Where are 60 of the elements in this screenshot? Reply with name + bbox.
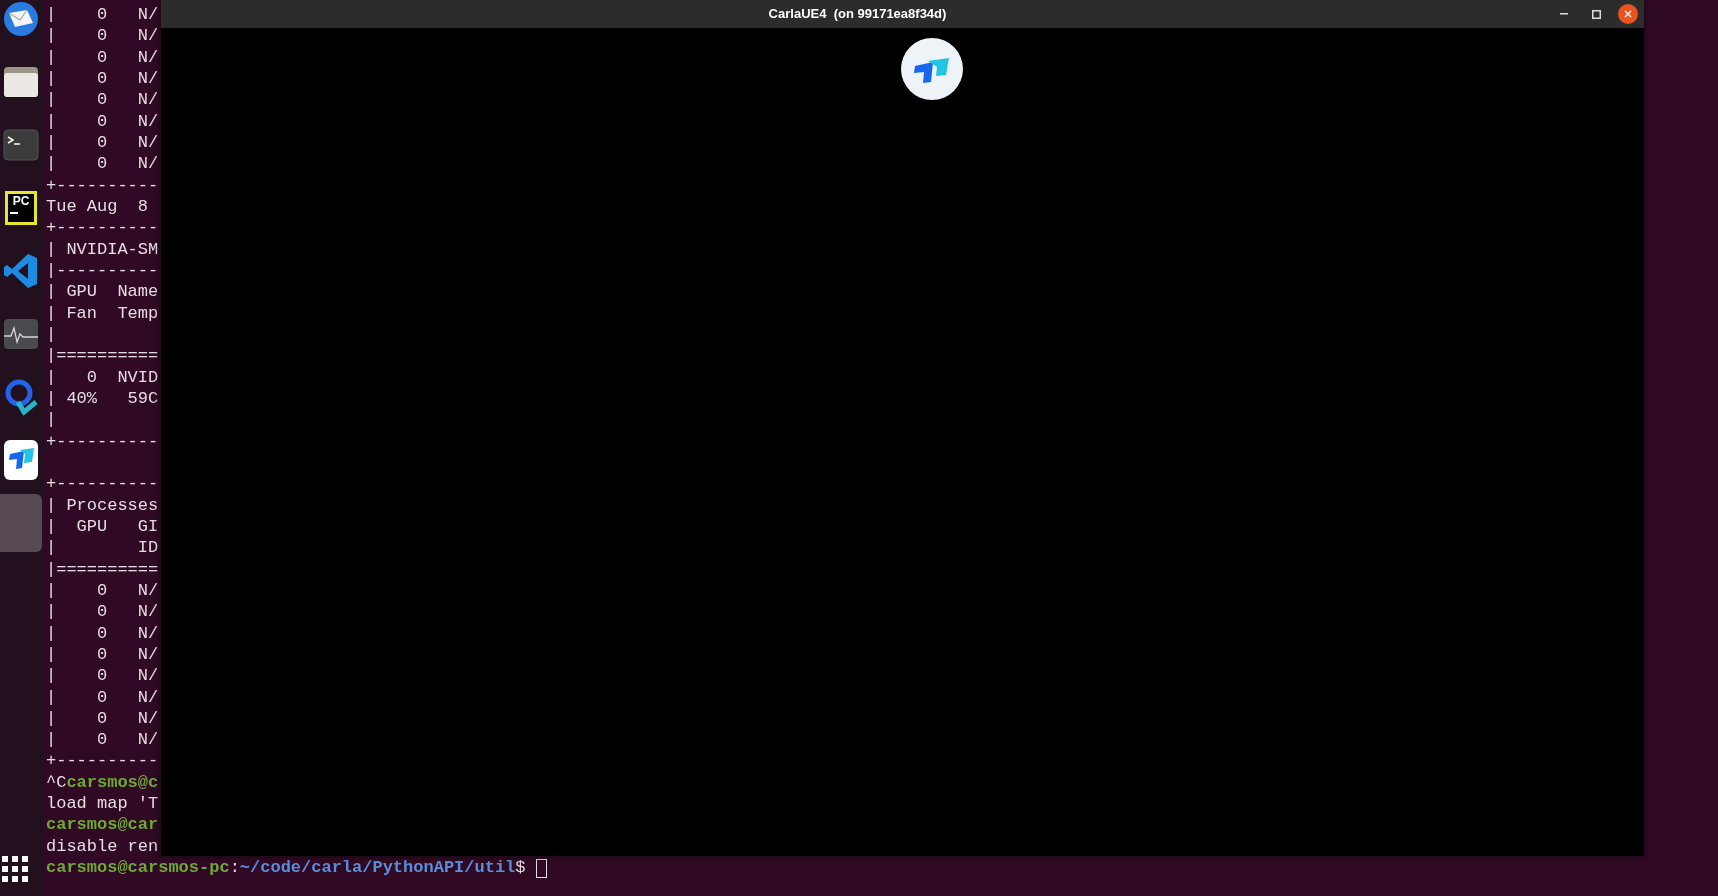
close-button[interactable] xyxy=(1618,4,1638,24)
dock-item[interactable]: PC xyxy=(0,179,42,237)
terminal-line: | 0 N/ xyxy=(46,665,159,687)
terminal-line: | 0 N/ xyxy=(46,131,159,154)
terminal-line: load map 'T xyxy=(46,793,159,815)
maximize-icon xyxy=(1591,9,1601,19)
terminal-line: |========== xyxy=(46,345,159,367)
window-title: CarlaUE4 (on 99171ea8f34d) xyxy=(767,5,948,24)
terminal-line: | xyxy=(46,409,57,431)
terminal-line: | xyxy=(46,323,57,346)
terminal-line: +---------- xyxy=(46,430,159,452)
terminal-line: | 0 N/ xyxy=(46,46,159,68)
terminal-line: | 0 N/ xyxy=(46,579,159,602)
pycharm-logo: PC xyxy=(5,191,37,225)
terminal-line: | ID xyxy=(46,537,159,559)
terminal-line: | 0 N/ xyxy=(46,729,159,751)
terminal-text: ^C xyxy=(46,771,67,794)
terminal-line: | 0 N/ xyxy=(46,25,159,47)
terminal-line: +---------- xyxy=(46,217,159,239)
terminal-text: $ xyxy=(515,857,526,879)
terminal-line: | GPU GI xyxy=(46,515,159,538)
terminal-line: |---------- xyxy=(46,259,159,282)
apps-grid-button[interactable] xyxy=(0,854,30,882)
terminal-icon xyxy=(3,129,39,161)
minimize-icon xyxy=(1560,13,1568,15)
terminal-line: | 40% 59C xyxy=(46,387,159,410)
terminal-line: | 0 N/ xyxy=(46,4,159,26)
terminal-line: Tue Aug 8 xyxy=(46,195,149,218)
terminal-line: | 0 N/ xyxy=(46,89,159,111)
terminal-line: | 0 NVID xyxy=(46,366,159,388)
terminal-text: : xyxy=(229,857,240,879)
remote-app-icon xyxy=(4,440,38,480)
folder-icon xyxy=(3,65,39,99)
loop-check-icon xyxy=(4,378,38,416)
prompt-user: carsmos@carsmos-pc xyxy=(46,857,230,879)
terminal-line: | 0 N/ xyxy=(46,601,159,623)
terminal-line: | NVIDIA-SM xyxy=(46,238,159,260)
terminal-line: disable ren xyxy=(46,835,159,858)
terminal-line: | 0 N/ xyxy=(46,110,159,132)
mail-icon xyxy=(3,1,39,37)
terminal-line: +---------- xyxy=(46,750,159,772)
remote-app-logo xyxy=(900,38,963,100)
prompt-user: carsmos@car xyxy=(46,814,159,836)
terminal-line: +---------- xyxy=(46,473,159,495)
terminal-line: |========== xyxy=(46,558,159,580)
terminal-line: | 0 N/ xyxy=(46,707,159,730)
terminal-line: | 0 N/ xyxy=(46,68,159,90)
terminal-line: | Processes xyxy=(46,494,159,516)
terminal-line: | Fan Temp xyxy=(46,302,159,324)
prompt-path: ~/code/carla/PythonAPI/util xyxy=(239,857,516,879)
terminal-line: | 0 N/ xyxy=(46,622,159,644)
terminal-line: | GPU Name xyxy=(46,281,159,303)
terminal-line: | 0 N/ xyxy=(46,686,159,708)
terminal-line: | 0 N/ xyxy=(46,643,159,666)
terminal-line: | 0 N/ xyxy=(46,153,159,175)
code-editor-icon xyxy=(4,253,38,289)
activity-monitor-icon xyxy=(3,318,39,350)
terminal-line: +---------- xyxy=(46,174,159,196)
prompt-user: carsmos@c xyxy=(66,771,159,794)
close-icon xyxy=(1624,10,1632,18)
